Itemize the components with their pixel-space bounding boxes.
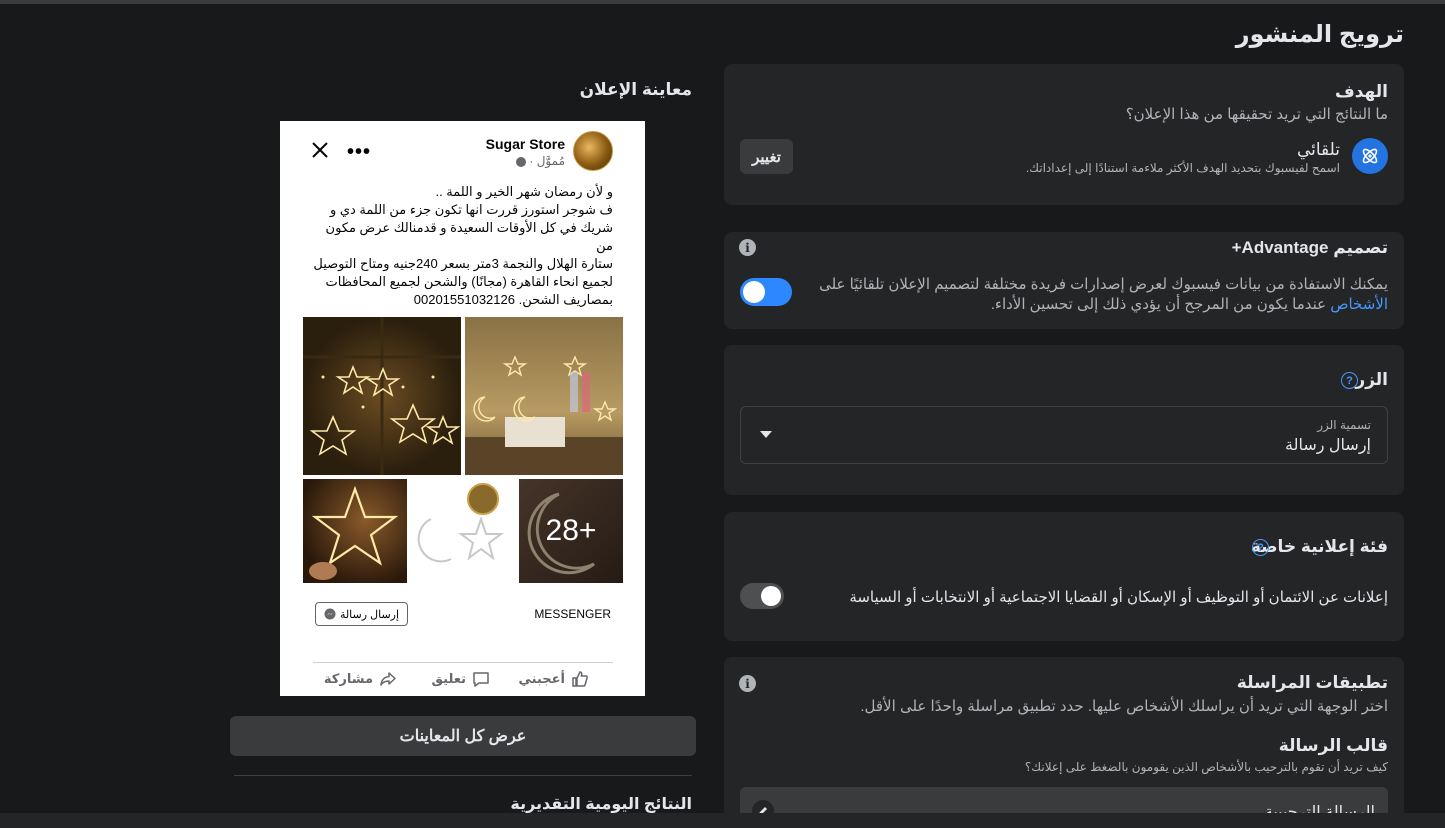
comment-label: تعليق <box>431 671 466 686</box>
share-button[interactable]: مشاركة <box>324 669 397 689</box>
goal-question: ما النتائج التي تريد تحقيقها من هذا الإع… <box>1125 106 1388 123</box>
button-label-select[interactable]: تسمية الزر إرسال رسالة <box>740 406 1388 464</box>
post-text: و لأن رمضان شهر الخير و اللمة .. ف شوجر … <box>313 184 613 307</box>
button-card: الزر ? تسمية الزر إرسال رسالة <box>724 345 1404 495</box>
messaging-description: اختر الوجهة التي تريد أن يراسلك الأشخاص … <box>860 698 1388 715</box>
goal-card: الهدف ما النتائج التي تريد تحقيقها من هذ… <box>724 64 1404 205</box>
message-template-heading: قالب الرسالة <box>1278 736 1388 755</box>
ad-preview-title: معاينة الإعلان <box>579 80 692 99</box>
post-image[interactable] <box>411 479 515 583</box>
close-icon[interactable] <box>310 140 330 160</box>
message-template-description: كيف تريد أن تقوم بالترحيب بالأشخاص الذين… <box>1024 760 1388 774</box>
page-name[interactable]: Sugar Store <box>486 136 565 152</box>
button-heading: الزر <box>1355 370 1388 389</box>
messaging-apps-card: تطبيقات المراسلة i اختر الوجهة التي تريد… <box>724 657 1404 828</box>
change-goal-button[interactable]: تغيير <box>740 139 793 174</box>
thumbs-up-icon <box>572 671 588 687</box>
top-border <box>0 0 1445 4</box>
advantage-desc-text-end: عندما يكون من المرجح أن يؤدي ذلك إلى تحس… <box>990 296 1331 313</box>
action-divider <box>313 662 613 663</box>
toggle-knob <box>761 586 781 606</box>
advantage-desc-text: يمكنك الاستفادة من بيانات فيسبوك لعرض إص… <box>819 276 1388 293</box>
page-avatar[interactable] <box>573 131 613 171</box>
ad-preview-card: Sugar Store مُموَّل · ••• و لأن رمضان شه… <box>280 121 645 696</box>
post-image[interactable] <box>465 317 623 475</box>
special-ad-category-card: فئة إعلانية خاصة ? إعلانات عن الائتمان أ… <box>724 512 1404 641</box>
post-image[interactable] <box>303 479 407 583</box>
post-image[interactable] <box>303 317 461 475</box>
special-category-heading: فئة إعلانية خاصة <box>1250 537 1388 556</box>
like-button[interactable]: أعجبني <box>519 669 589 689</box>
bottom-bar <box>0 813 1445 828</box>
messaging-heading: تطبيقات المراسلة <box>1236 673 1388 692</box>
toggle-knob <box>743 281 765 303</box>
comment-icon <box>473 672 489 687</box>
share-label: مشاركة <box>323 671 373 686</box>
view-all-previews-button[interactable]: عرض كل المعاينات <box>230 716 696 756</box>
goal-option-name: تلقائي <box>1296 140 1340 159</box>
send-message-button[interactable]: إرسال رسالة <box>315 602 408 626</box>
help-icon[interactable]: ? <box>1252 539 1269 556</box>
daily-results-heading: النتائج اليومية التقديرية <box>510 796 692 813</box>
more-options-icon[interactable]: ••• <box>347 141 371 164</box>
cta-source-label: MESSENGER <box>534 607 611 621</box>
messenger-icon <box>324 608 336 620</box>
advantage-creative-card: تصميم Advantage+ i يمكنك الاستفادة من بي… <box>724 232 1404 329</box>
button-label-value: إرسال رسالة <box>1285 437 1371 454</box>
info-icon[interactable]: i <box>739 239 756 256</box>
goal-heading: الهدف <box>1334 82 1388 101</box>
more-images-count: +28 <box>519 479 623 583</box>
globe-icon <box>516 156 527 167</box>
share-icon <box>380 672 396 686</box>
sponsored-text: مُموَّل · <box>526 154 565 168</box>
chevron-down-icon <box>760 431 772 438</box>
sponsored-label: مُموَّل · <box>516 154 565 168</box>
post-image-more[interactable]: +28 <box>519 479 623 583</box>
like-label: أعجبني <box>518 671 565 686</box>
send-message-label: إرسال رسالة <box>339 608 400 621</box>
advantage-heading: تصميم Advantage+ <box>1231 238 1388 257</box>
help-icon[interactable]: ? <box>1341 372 1358 389</box>
special-category-toggle[interactable] <box>740 583 784 609</box>
page-title: ترويج المنشور <box>1235 21 1404 48</box>
button-label-caption: تسمية الزر <box>1317 418 1371 432</box>
goal-option-desc: اسمح لفيسبوك بتحديد الهدف الأكثر ملاءمة … <box>1025 161 1340 175</box>
info-icon[interactable]: i <box>739 675 756 692</box>
people-link[interactable]: الأشخاص <box>1330 296 1388 313</box>
special-category-text: إعلانات عن الائتمان أو التوظيف أو الإسكا… <box>849 589 1388 606</box>
comment-button[interactable]: تعليق <box>431 669 490 689</box>
section-divider <box>234 775 692 776</box>
atom-icon <box>1352 138 1388 174</box>
cta-bar: MESSENGER إرسال رسالة <box>303 595 623 635</box>
advantage-description: يمكنك الاستفادة من بيانات فيسبوك لعرض إص… <box>808 275 1388 315</box>
advantage-toggle[interactable] <box>740 278 792 306</box>
